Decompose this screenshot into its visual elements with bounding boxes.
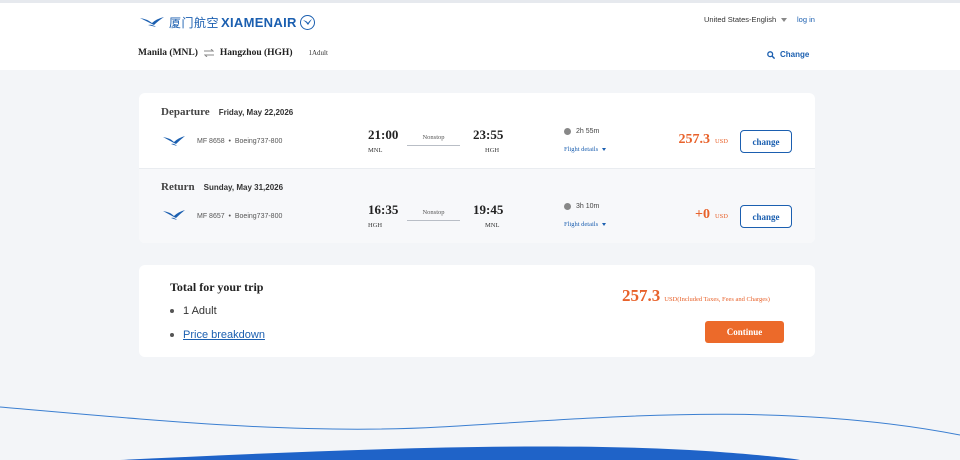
arrival-airport-code: MNL [485, 222, 500, 229]
arrival-time: 23:55 [473, 127, 504, 142]
origin-city: Manila (MNL) [138, 48, 198, 58]
price-amount: +0 [695, 207, 710, 222]
caret-down-icon [602, 223, 607, 226]
flight-info: MF 8657 • Boeing737-800 [197, 213, 282, 220]
total-price-note: USD(Included Taxes, Fees and Charges) [664, 296, 770, 303]
trip-total-card: Total for your trip 1 Adult Price breakd… [139, 265, 815, 357]
destination-city: Hangzhou (HGH) [219, 48, 293, 58]
adult-count-label: 1 Adult [183, 305, 217, 317]
logo-english-text: XIAMENAIR [221, 14, 297, 30]
flight-details-toggle[interactable]: Flight details [564, 146, 607, 153]
duration-text: 3h 10m [576, 203, 600, 210]
stops-divider [407, 145, 460, 146]
caret-down-icon [602, 148, 607, 151]
price-amount: 257.3 [678, 132, 710, 147]
return-leg: Return Sunday, May 31,2026 MF 8657 • Boe… [139, 168, 815, 243]
return-title: Return Sunday, May 31,2026 [161, 181, 283, 193]
aircraft-type: Boeing737-800 [234, 213, 283, 220]
departure-time: 16:35 [368, 202, 399, 217]
swap-arrows-icon [203, 49, 214, 57]
departure-airport-code: HGH [368, 222, 383, 229]
clock-icon [564, 128, 571, 135]
adult-count-item: 1 Adult [170, 305, 217, 317]
price-breakdown-link[interactable]: Price breakdown [183, 329, 265, 341]
continue-button[interactable]: Continue [705, 321, 784, 343]
total-price-amount: 257.3 [622, 286, 661, 305]
price-currency: USD [714, 138, 728, 145]
leg-date: Friday, May 22,2026 [218, 108, 294, 117]
leg-date: Sunday, May 31,2026 [203, 183, 284, 192]
flight-details-label: Flight details [564, 221, 599, 228]
change-return-button[interactable]: change [740, 205, 792, 228]
bullet [170, 309, 174, 313]
language-label: United States-English [704, 15, 777, 24]
change-search-label: Change [780, 50, 810, 59]
login-link[interactable]: log in [797, 15, 815, 24]
egret-airline-icon [163, 210, 185, 220]
departure-title: Departure Friday, May 22,2026 [161, 106, 293, 118]
return-price: +0 USD [695, 207, 728, 223]
egret-airline-icon [163, 136, 185, 146]
selected-flights-card: Departure Friday, May 22,2026 MF 8658 • … [139, 93, 815, 243]
flight-info: MF 8658 • Boeing737-800 [197, 138, 282, 145]
total-title: Total for your trip [170, 280, 264, 294]
change-departure-button[interactable]: change [740, 130, 792, 153]
clock-icon [564, 203, 571, 210]
logo-seal-icon [299, 14, 315, 30]
flight-duration: 3h 10m [564, 203, 599, 210]
separator-dot: • [226, 138, 235, 145]
caret-down-icon [781, 17, 788, 22]
flight-number: MF 8658 [197, 138, 225, 145]
change-search-button[interactable]: Change [767, 50, 809, 59]
route-summary: Manila (MNL) Hangzhou (HGH) 1Adult [138, 48, 328, 58]
logo-chinese-text: 厦门航空 [169, 15, 220, 30]
header: 厦门航空 XIAMENAIR United States-English log… [0, 3, 960, 70]
search-icon [767, 50, 775, 59]
passenger-count: 1Adult [308, 49, 328, 57]
flight-details-label: Flight details [564, 146, 599, 153]
separator-dot: • [226, 213, 235, 220]
departure-airport-code: MNL [368, 147, 383, 154]
leg-type: Departure [161, 106, 210, 118]
language-selector[interactable]: United States-English [704, 15, 788, 24]
flight-number: MF 8657 [197, 213, 225, 220]
stops-label: Nonstop [422, 209, 445, 216]
arrival-airport-code: HGH [485, 147, 500, 154]
departure-leg: Departure Friday, May 22,2026 MF 8658 • … [139, 93, 815, 168]
decorative-waves [0, 406, 960, 460]
price-currency: USD [714, 213, 728, 220]
flight-duration: 2h 55m [564, 128, 599, 135]
aircraft-type: Boeing737-800 [234, 138, 283, 145]
price-breakdown-item: Price breakdown [170, 329, 265, 341]
total-price: 257.3 USD(Included Taxes, Fees and Charg… [622, 286, 770, 306]
leg-type: Return [161, 181, 195, 193]
departure-time: 21:00 [368, 127, 399, 142]
stops-label: Nonstop [422, 134, 445, 141]
brand-logo[interactable]: 厦门航空 XIAMENAIR [139, 12, 315, 32]
bullet [170, 333, 174, 337]
stops-divider [407, 220, 460, 221]
duration-text: 2h 55m [576, 128, 600, 135]
egret-logo-icon [140, 17, 164, 27]
flight-details-toggle[interactable]: Flight details [564, 221, 607, 228]
arrival-time: 19:45 [473, 202, 504, 217]
departure-price: 257.3 USD [678, 132, 728, 148]
